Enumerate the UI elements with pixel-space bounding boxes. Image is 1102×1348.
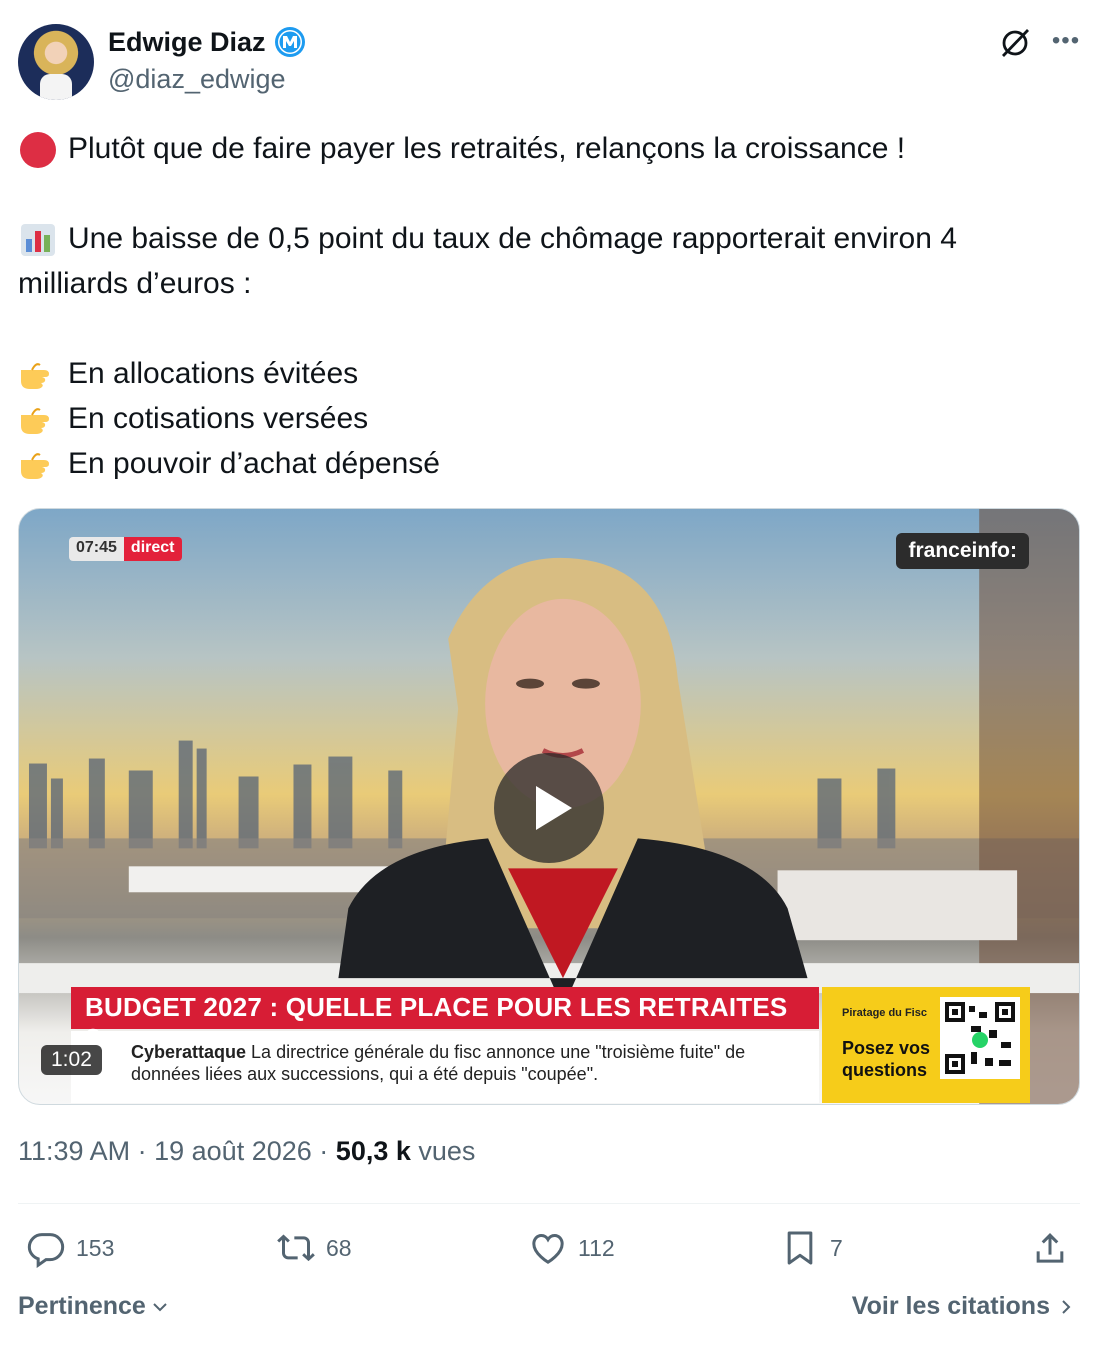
grok-icon[interactable] (998, 26, 1032, 60)
pointing-hand-icon (18, 444, 58, 484)
avatar[interactable] (18, 24, 94, 100)
video-side-box: Piratage du Fisc Posez vos questions (822, 987, 1030, 1103)
views-count: 50,3 k (336, 1136, 411, 1166)
video-ticker: Cyberattaque La directrice générale du f… (71, 1031, 819, 1103)
repost-icon (276, 1228, 316, 1268)
video-player[interactable]: 07:45 direct franceinfo: BUDGET 2027 : Q… (18, 508, 1080, 1105)
tweet-text: Plutôt que de faire payer les retraités,… (18, 126, 1084, 486)
sort-dropdown[interactable]: Pertinence (18, 1292, 170, 1321)
tweet-time[interactable]: 11:39 AM (18, 1136, 130, 1166)
share-icon (1030, 1228, 1070, 1268)
repost-button[interactable]: 68 (276, 1228, 352, 1268)
tweet-date[interactable]: 19 août 2026 (154, 1136, 312, 1166)
bookmark-icon (780, 1228, 820, 1268)
like-button[interactable]: 112 (528, 1228, 615, 1268)
reply-button[interactable]: 153 (26, 1228, 114, 1268)
author-name[interactable]: Edwige Diaz (108, 27, 266, 58)
action-bar: 153 68 112 7 (18, 1228, 1080, 1274)
pointing-hand-icon (18, 399, 58, 439)
qr-code-icon (940, 997, 1020, 1079)
tweet-line: En cotisations versées (18, 396, 1084, 441)
play-button-icon[interactable] (494, 753, 604, 863)
share-button[interactable] (1030, 1228, 1070, 1268)
bar-chart-icon (18, 219, 58, 259)
bookmark-button[interactable]: 7 (780, 1228, 843, 1268)
author-block: Edwige Diaz @diaz_edwige (108, 26, 306, 95)
view-quotes-link[interactable]: Voir les citations (852, 1292, 1076, 1321)
tweet-line-continuation: milliards d’euros : (18, 261, 1084, 306)
tweet-line: Une baisse de 0,5 point du taux de chôma… (18, 216, 1084, 261)
pointing-hand-icon (18, 354, 58, 394)
tweet-meta: 11:39 AM · 19 août 2026 · 50,3 k vues (18, 1136, 475, 1167)
views-label: vues (418, 1136, 475, 1166)
reply-icon (26, 1228, 66, 1268)
affiliate-badge-icon[interactable] (274, 26, 306, 58)
video-duration: 1:02 (41, 1045, 102, 1075)
heart-icon (528, 1228, 568, 1268)
live-timestamp: 07:45 direct (69, 537, 182, 561)
video-headline: BUDGET 2027 : QUELLE PLACE POUR LES RETR… (71, 987, 819, 1029)
channel-logo: franceinfo: (896, 533, 1029, 569)
tweet-line: En allocations évitées (18, 351, 1084, 396)
tweet-line: En pouvoir d’achat dépensé (18, 441, 1084, 486)
chevron-down-icon (150, 1297, 170, 1317)
more-options-icon[interactable]: ••• (1048, 26, 1084, 60)
tweet-header: Edwige Diaz @diaz_edwige ••• (18, 24, 1084, 102)
tweet-line: Plutôt que de faire payer les retraités,… (18, 126, 1084, 171)
red-circle-icon (18, 129, 58, 169)
author-handle[interactable]: @diaz_edwige (108, 64, 306, 95)
chevron-right-icon (1056, 1297, 1076, 1317)
divider (18, 1203, 1080, 1204)
